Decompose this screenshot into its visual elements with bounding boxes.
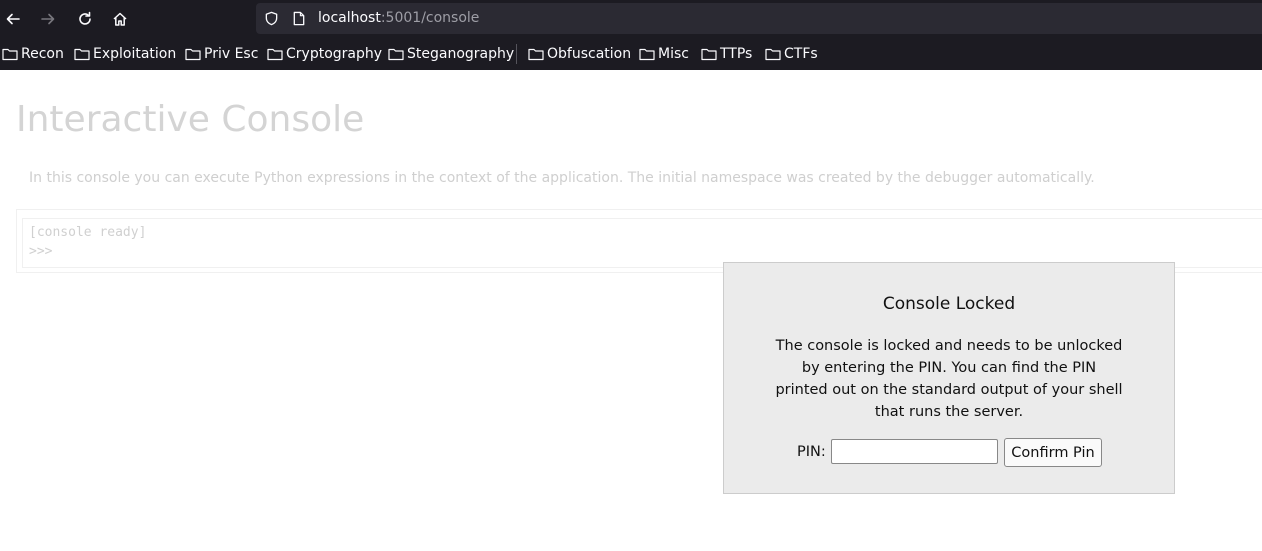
folder-icon: [74, 48, 90, 61]
forward-button[interactable]: [35, 6, 61, 32]
intro-text: In this console you can execute Python e…: [29, 170, 1095, 186]
bookmark-label: Exploitation: [93, 46, 177, 62]
folder-icon: [267, 48, 283, 61]
bookmarks-bar: Recon Exploitation Priv Esc Cryptography…: [0, 42, 1262, 66]
console-output: [22, 218, 1262, 268]
url-path: :5001/console: [380, 10, 480, 26]
reload-button[interactable]: [72, 6, 98, 32]
confirm-pin-button[interactable]: Confirm Pin: [1004, 438, 1102, 467]
back-button[interactable]: [0, 6, 26, 32]
bookmark-cryptography[interactable]: Cryptography: [267, 45, 382, 63]
folder-icon: [639, 48, 655, 61]
reload-icon: [79, 11, 91, 25]
folder-icon: [2, 48, 18, 61]
pin-dialog: Console Locked The console is locked and…: [723, 262, 1175, 494]
folder-icon: [528, 48, 544, 61]
pin-dialog-title: Console Locked: [882, 294, 1016, 314]
page-title: Interactive Console: [16, 99, 365, 140]
bookmark-label: TTPs: [720, 46, 753, 62]
page-icon: [293, 11, 305, 26]
bookmarks-separator: [516, 44, 517, 64]
shield-icon: [265, 11, 278, 26]
url-host: localhost: [318, 10, 381, 26]
bookmark-misc[interactable]: Misc: [639, 45, 689, 63]
folder-icon: [185, 48, 201, 61]
url-text[interactable]: localhost:5001/console: [318, 10, 479, 26]
console-ready-line: [console ready]: [29, 225, 147, 240]
url-bar[interactable]: localhost:5001/console: [256, 3, 1262, 34]
folder-icon: [701, 48, 717, 61]
pin-label: PIN:: [797, 444, 826, 460]
bookmark-label: Steganography: [407, 46, 515, 62]
bookmark-exploitation[interactable]: Exploitation: [74, 45, 176, 63]
bookmark-obfuscation[interactable]: Obfuscation: [528, 45, 631, 63]
console-prompt[interactable]: >>>: [29, 244, 52, 259]
back-arrow-icon: [6, 13, 20, 25]
bookmark-ttps[interactable]: TTPs: [701, 45, 752, 63]
folder-icon: [765, 48, 781, 61]
pin-dialog-message: The console is locked and needs to be un…: [775, 338, 1123, 420]
bookmark-steganography[interactable]: Steganography: [388, 45, 514, 63]
home-icon: [113, 12, 127, 26]
forward-arrow-icon: [41, 13, 55, 25]
browser-toolbar: localhost:5001/console Recon Exploitatio…: [0, 0, 1262, 70]
bookmark-label: Obfuscation: [547, 46, 632, 62]
bookmark-label: CTFs: [784, 46, 818, 62]
pin-input[interactable]: [831, 439, 998, 464]
bookmark-ctfs[interactable]: CTFs: [765, 45, 818, 63]
bookmark-label: Recon: [21, 46, 64, 62]
bookmark-label: Priv Esc: [204, 46, 259, 62]
bookmark-label: Misc: [658, 46, 689, 62]
home-button[interactable]: [107, 6, 133, 32]
folder-icon: [388, 48, 404, 61]
bookmark-priv-esc[interactable]: Priv Esc: [185, 45, 258, 63]
bookmark-label: Cryptography: [286, 46, 383, 62]
bookmark-recon[interactable]: Recon: [2, 45, 64, 63]
